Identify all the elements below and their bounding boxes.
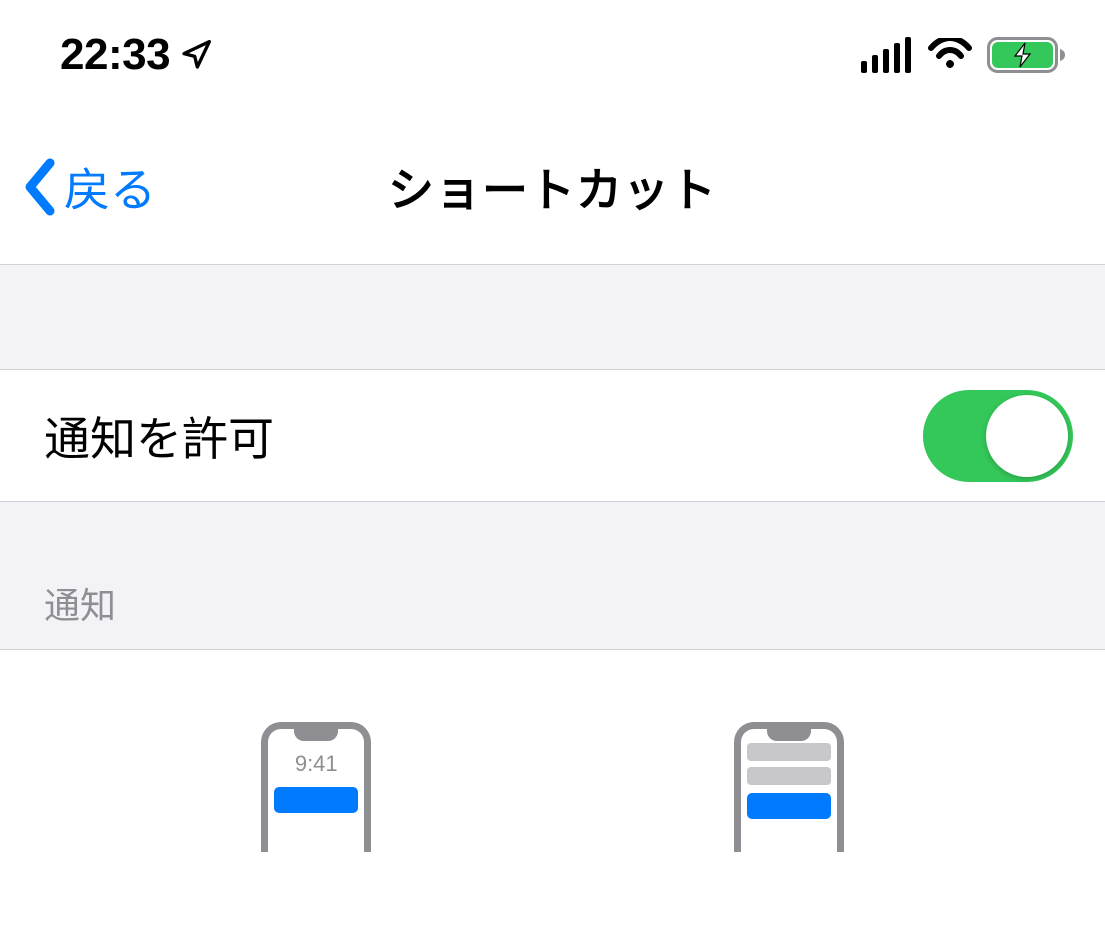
- back-label: 戻る: [64, 154, 156, 220]
- status-right: [861, 37, 1065, 73]
- phone-notch: [767, 729, 811, 741]
- chevron-left-icon: [20, 157, 60, 217]
- lock-screen-preview[interactable]: 9:41: [216, 722, 416, 950]
- location-icon: [180, 39, 212, 71]
- section-header-label: 通知: [44, 577, 116, 629]
- list-line-icon: [747, 767, 831, 785]
- allow-notifications-row: 通知を許可: [0, 370, 1105, 502]
- notification-banner-icon: [274, 787, 358, 813]
- notification-center-preview[interactable]: [689, 722, 889, 950]
- page-title: ショートカット: [388, 154, 717, 220]
- navigation-bar: 戻る ショートカット: [0, 110, 1105, 265]
- spacer: [0, 265, 1105, 370]
- notification-banner-icon: [747, 793, 831, 819]
- notification-preview-section: 9:41: [0, 650, 1105, 950]
- toggle-knob: [986, 395, 1068, 477]
- status-left: 22:33: [60, 30, 212, 80]
- status-bar: 22:33: [0, 0, 1105, 110]
- section-header: 通知: [0, 502, 1105, 650]
- allow-notifications-label: 通知を許可: [44, 403, 274, 469]
- wifi-icon: [927, 38, 973, 72]
- phone-frame-icon: [734, 722, 844, 852]
- status-time: 22:33: [60, 30, 170, 80]
- cellular-icon: [861, 37, 913, 73]
- list-line-icon: [747, 743, 831, 761]
- back-button[interactable]: 戻る: [0, 154, 156, 220]
- phone-frame-icon: 9:41: [261, 722, 371, 852]
- phone-preview-time: 9:41: [268, 751, 364, 777]
- battery-charging-icon: [987, 37, 1065, 73]
- phone-notch: [294, 729, 338, 741]
- allow-notifications-toggle[interactable]: [923, 390, 1073, 482]
